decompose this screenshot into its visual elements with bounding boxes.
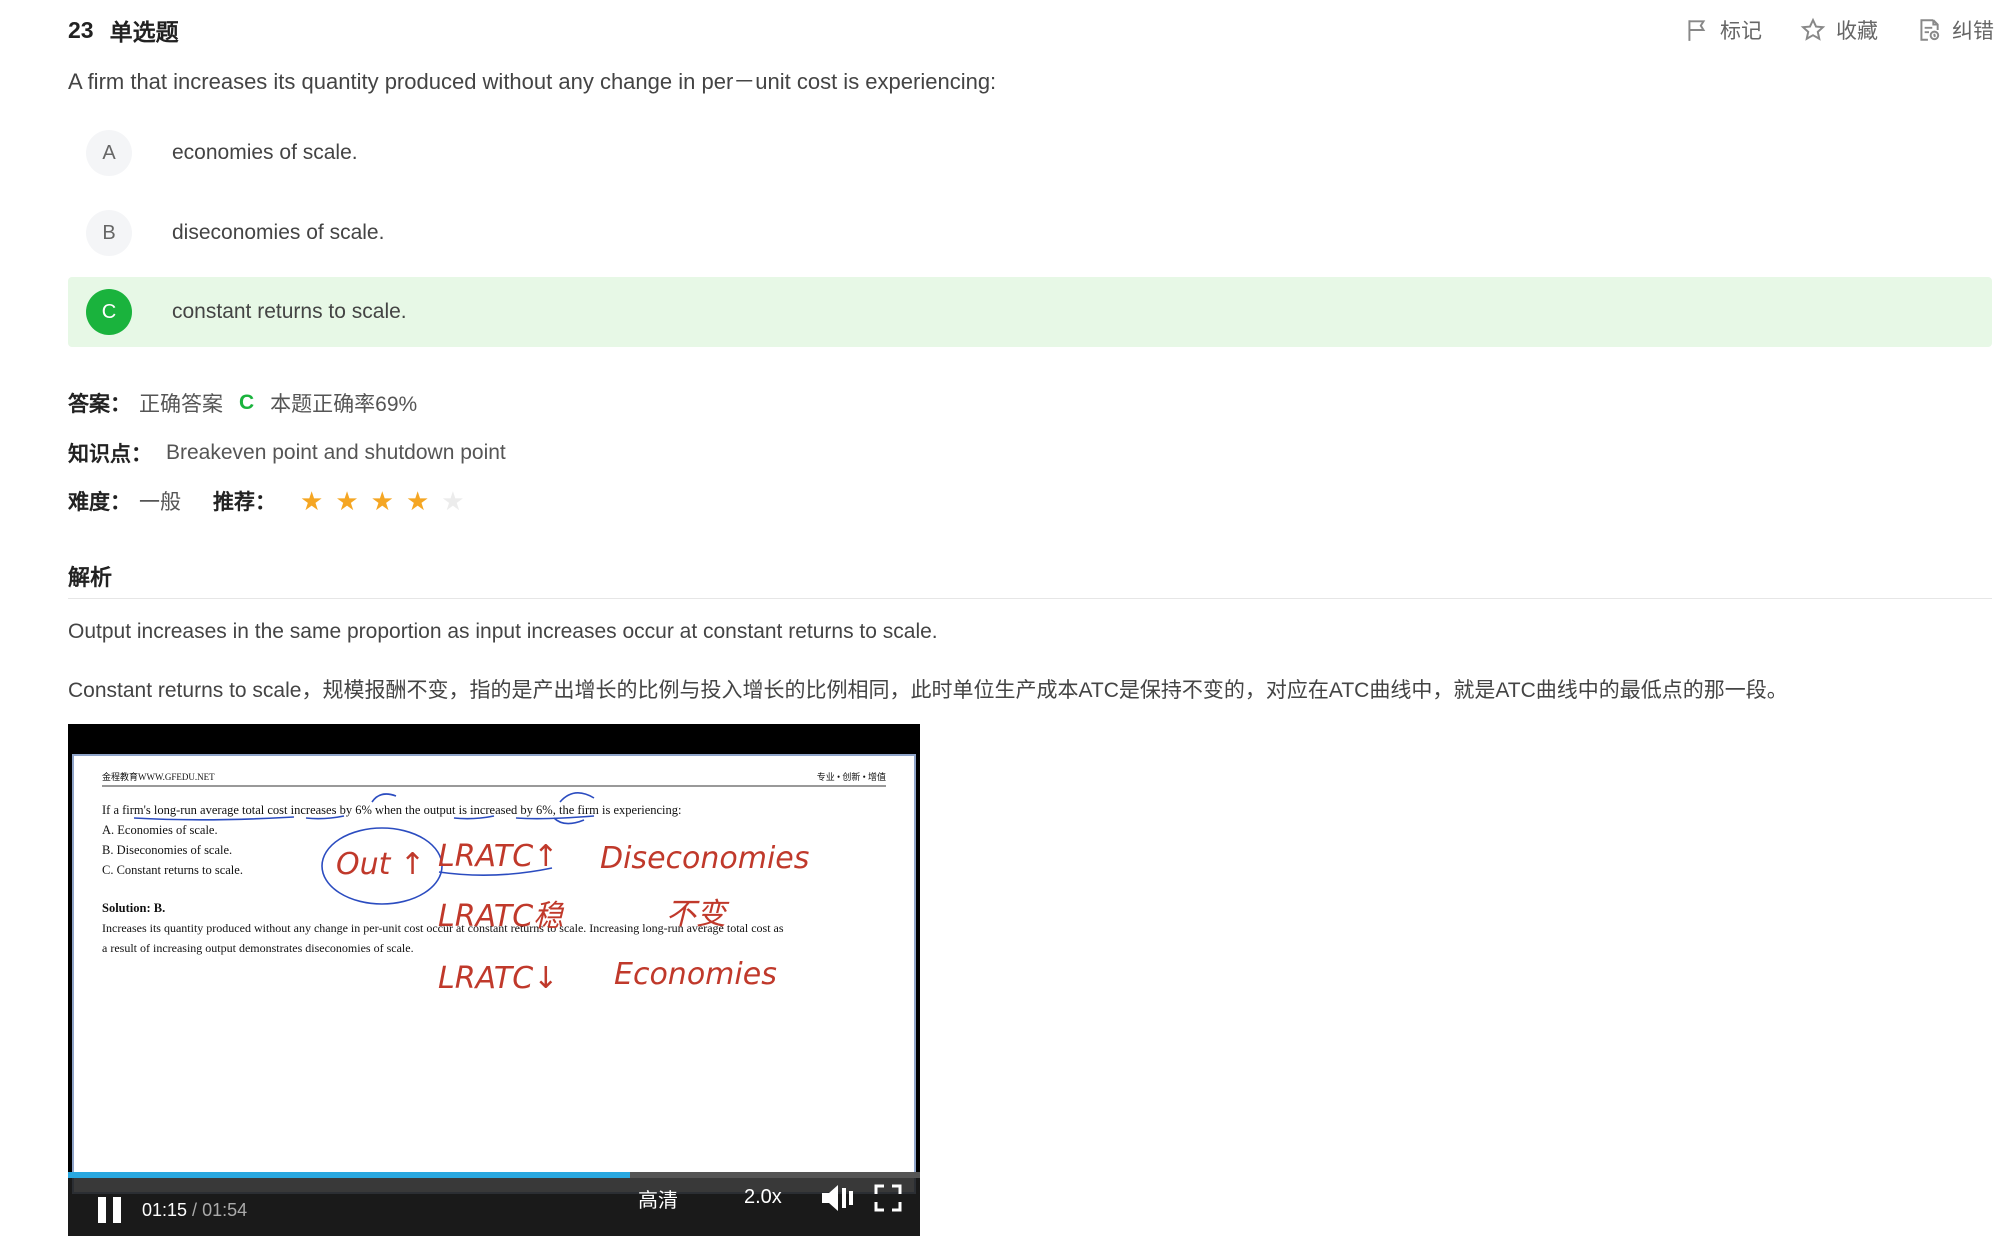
option-letter: B [86,210,132,256]
slide-option-b: B. Diseconomies of scale. [102,843,232,857]
recommend-label: 推荐： [213,491,276,514]
option-c[interactable]: C constant returns to scale. [68,277,1992,347]
option-letter: C [86,289,132,335]
analysis-title: 解析 [68,565,113,590]
flag-icon [1688,20,1706,41]
knowledge-label: 知识点： [68,443,152,466]
pause-icon [98,1197,106,1223]
video-frame: 金程教育WWW.GFEDU.NET 专业 • 创新 • 增值 If a firm… [72,754,916,1194]
difficulty-value: 一般 [139,491,181,514]
star-icon: ★ [335,486,359,516]
star-outline-icon [1800,17,1826,41]
lecture-slide: 金程教育WWW.GFEDU.NET 专业 • 创新 • 增值 If a firm… [102,771,886,996]
question-type: 单选题 [109,19,179,45]
knowledge-row: 知识点： Breakeven point and shutdown point [68,438,506,468]
mark-label: 标记 [1720,20,1762,43]
option-b[interactable]: B diseconomies of scale. [68,198,1992,268]
star-icon: ★ [370,486,394,516]
quality-button[interactable]: 高清 [638,1184,678,1213]
ink-lratc-up: LRATC↑ [438,839,558,874]
knowledge-value: Breakeven point and shutdown point [166,441,506,464]
ink-lratc-down: LRATC↓ [438,961,558,996]
fullscreen-icon[interactable] [874,1184,902,1212]
video-progress-bar[interactable] [68,1172,920,1178]
video-player[interactable]: 金程教育WWW.GFEDU.NET 专业 • 创新 • 增值 If a firm… [68,724,920,1236]
report-error-button[interactable]: 纠错 [1916,15,1994,45]
analysis-divider [68,598,1992,599]
option-a[interactable]: A economies of scale. [68,118,1992,188]
ink-diseconomies: Diseconomies [600,841,809,876]
option-letter: A [86,130,132,176]
question-text: A firm that increases its quantity produ… [68,69,997,94]
slide-option-a: A. Economies of scale. [102,823,218,837]
answer-letter: C [239,391,255,414]
question-number: 23 [68,16,94,43]
favorite-button[interactable]: 收藏 [1800,15,1878,45]
video-controls: 01:15 / 01:54 高清 2.0x [68,1172,920,1236]
favorite-label: 收藏 [1836,20,1878,43]
slide-header-right: 专业 • 创新 • 增值 [817,771,886,782]
option-text: economies of scale. [172,141,358,164]
video-progress-fill [68,1172,631,1178]
slide-header-left: 金程教育WWW.GFEDU.NET [102,771,215,782]
report-doc-icon [1920,19,1940,41]
question-header: 23 单选题 标记 收藏 纠错 [68,10,1994,50]
slide-solution-title: Solution: B. [102,901,165,915]
pause-button[interactable] [98,1197,122,1223]
current-time: 01:15 [142,1199,188,1220]
difficulty-row: 难度： 一般 推荐： ★ ★ ★ ★ ★ [68,486,465,516]
accuracy-rate: 本题正确率69% [270,393,418,416]
slide-solution-line-2: a result of increasing output demonstrat… [102,941,414,955]
slide-option-c: C. Constant returns to scale. [102,863,243,877]
time-display: 01:15 / 01:54 [142,1199,248,1220]
star-icon: ★ [300,486,324,516]
volume-icon[interactable] [820,1182,856,1214]
duration: 01:54 [202,1199,248,1220]
option-text: diseconomies of scale. [172,221,385,244]
ink-lratc-stable: LRATC稳 [438,899,565,934]
option-text: constant returns to scale. [172,300,407,323]
slide-question: If a firm's long-run average total cost … [102,803,682,817]
star-icon: ★ [441,486,465,516]
analysis-paragraph-1: Output increases in the same proportion … [68,620,938,643]
speed-button[interactable]: 2.0x [744,1186,782,1209]
answer-row: 答案： 正确答案 C 本题正确率69% [68,388,417,418]
recommend-stars: ★ ★ ★ ★ ★ [300,488,465,514]
report-label: 纠错 [1952,20,1994,43]
ink-economies: Economies [614,957,777,992]
answer-prefix: 正确答案 [139,393,223,416]
difficulty-label: 难度： [68,491,131,514]
mark-button[interactable]: 标记 [1684,15,1762,45]
ink-out-up: Out ↑ [336,847,425,882]
control-row: 01:15 / 01:54 [68,1184,920,1236]
pause-icon [113,1197,121,1223]
question-tools: 标记 收藏 纠错 [1684,10,1994,50]
analysis-paragraph-2: Constant returns to scale，规模报酬不变，指的是产出增长… [68,679,1788,702]
star-icon: ★ [405,486,430,516]
ink-stable: 不变 [666,897,730,932]
answer-label: 答案： [68,393,131,416]
